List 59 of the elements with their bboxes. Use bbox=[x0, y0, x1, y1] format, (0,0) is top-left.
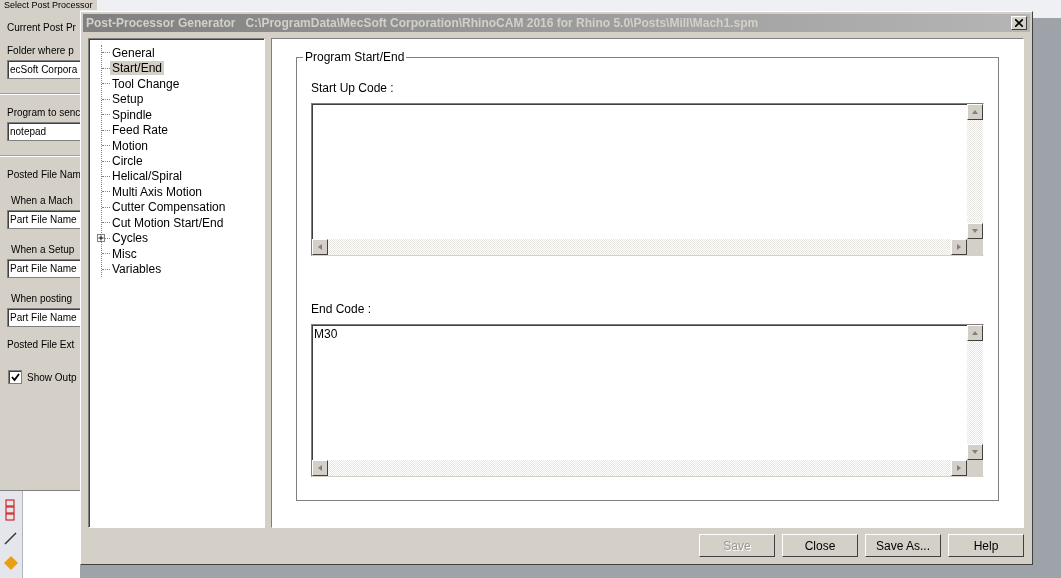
scroll-arrow-button[interactable] bbox=[967, 325, 983, 341]
vertical-scrollbar[interactable] bbox=[967, 325, 983, 460]
horizontal-scrollbar[interactable] bbox=[312, 460, 967, 476]
close-icon bbox=[1015, 19, 1023, 27]
text-field[interactable]: notepad bbox=[7, 122, 80, 141]
text-field[interactable]: ecSoft Corpora bbox=[7, 60, 80, 79]
field-label: Posted File Nam bbox=[7, 169, 81, 180]
tree-item[interactable]: Motion bbox=[110, 138, 151, 153]
expand-icon[interactable] bbox=[97, 233, 105, 242]
tree-item[interactable]: Multi Axis Motion bbox=[110, 184, 205, 199]
tree-item[interactable]: Variables bbox=[110, 262, 164, 277]
field-label: End Code : bbox=[311, 302, 372, 316]
field-label: Posted File Ext bbox=[7, 339, 75, 350]
group-title: Program Start/End bbox=[303, 50, 407, 64]
scrollbar-corner bbox=[967, 460, 983, 476]
scroll-arrow-button[interactable] bbox=[967, 104, 983, 120]
tree-item[interactable]: Circle bbox=[110, 154, 145, 168]
checkbox[interactable] bbox=[8, 370, 22, 384]
field-label: Start Up Code : bbox=[311, 81, 394, 95]
tree-item[interactable]: Misc bbox=[110, 246, 139, 261]
vertical-scrollbar[interactable] bbox=[967, 104, 983, 239]
window-title: Post-Processor Generator bbox=[86, 16, 236, 30]
tree-item[interactable]: Cycles bbox=[110, 231, 150, 246]
scroll-arrow-button[interactable] bbox=[312, 239, 328, 255]
scroll-arrow-button[interactable] bbox=[312, 460, 328, 476]
tree-item[interactable]: Helical/Spiral bbox=[110, 169, 185, 184]
tree-item[interactable]: Setup bbox=[110, 92, 146, 107]
text-field[interactable]: Part File Name bbox=[7, 210, 80, 229]
tree-item[interactable]: General bbox=[110, 45, 157, 60]
code-text-area[interactable]: M30 bbox=[311, 324, 984, 477]
checkbox-label: Show Outp bbox=[27, 371, 77, 383]
blocks-icon[interactable] bbox=[4, 499, 18, 521]
text-field[interactable]: Part File Name bbox=[7, 259, 80, 278]
scrollbar-corner bbox=[967, 239, 983, 255]
tree-item[interactable]: Start/End bbox=[110, 61, 165, 76]
scroll-arrow-button[interactable] bbox=[951, 460, 967, 476]
field-label: Program to senc bbox=[7, 107, 81, 118]
field-label: When a Mach bbox=[11, 195, 73, 206]
dialog-button[interactable]: Close bbox=[782, 534, 858, 557]
tree-item[interactable]: Tool Change bbox=[110, 76, 182, 91]
tree-item[interactable]: Spindle bbox=[110, 107, 155, 122]
text-field[interactable]: Part File Name bbox=[7, 308, 80, 327]
scroll-arrow-button[interactable] bbox=[967, 223, 983, 239]
checkmark-icon bbox=[10, 372, 20, 382]
field-label: When a Setup bbox=[11, 244, 75, 255]
field-label: When posting bbox=[11, 293, 73, 304]
dialog-button[interactable]: Save As... bbox=[865, 534, 941, 557]
scroll-arrow-button[interactable] bbox=[967, 444, 983, 460]
field-label: Current Post Pr bbox=[7, 22, 76, 33]
scroll-arrow-button[interactable] bbox=[951, 239, 967, 255]
horizontal-scrollbar[interactable] bbox=[312, 239, 967, 255]
pencil-icon[interactable] bbox=[4, 531, 18, 545]
code-text: M30 bbox=[314, 327, 338, 341]
dialog-button[interactable]: Help bbox=[948, 534, 1024, 557]
close-button[interactable] bbox=[1011, 16, 1027, 30]
field-label: Folder where p bbox=[7, 45, 74, 56]
tree-item[interactable]: Cut Motion Start/End bbox=[110, 215, 226, 230]
tree-item[interactable]: Cutter Compensation bbox=[110, 200, 228, 215]
tree-item[interactable]: Feed Rate bbox=[110, 123, 171, 138]
